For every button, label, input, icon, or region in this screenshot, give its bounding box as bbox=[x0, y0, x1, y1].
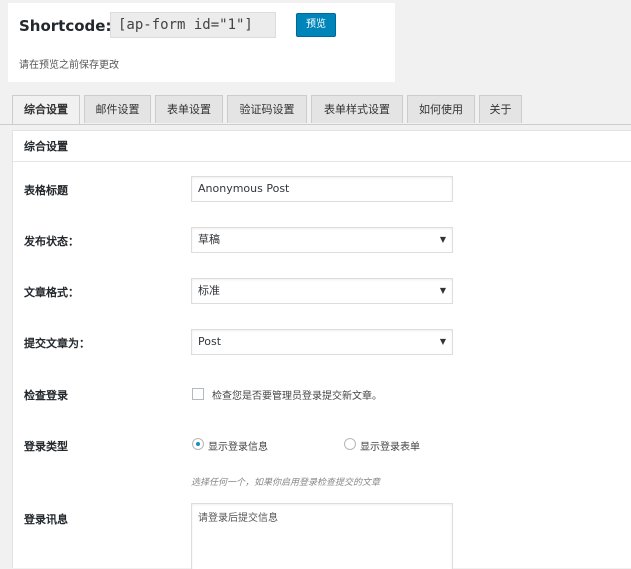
form-title-label: 表格标题 bbox=[24, 184, 68, 197]
tab-email[interactable]: 邮件设置 bbox=[84, 95, 151, 123]
radio-show-login-form-label: 显示登录表单 bbox=[360, 442, 420, 453]
panel-title: 综合设置 bbox=[13, 131, 631, 162]
tab-how-to-use[interactable]: 如何使用 bbox=[407, 95, 475, 123]
shortcode-box: Shortcode: [ap-form id="1"] 预览 请在预览之前保存更… bbox=[8, 3, 395, 82]
radio-show-login-form[interactable] bbox=[344, 438, 356, 450]
tabs-divider bbox=[0, 124, 631, 125]
tab-general[interactable]: 综合设置 bbox=[12, 95, 80, 124]
tab-about[interactable]: 关于 bbox=[479, 95, 522, 123]
login-check-label: 检查登录 bbox=[24, 389, 68, 402]
tab-form[interactable]: 表单设置 bbox=[155, 95, 223, 123]
shortcode-label: Shortcode: bbox=[19, 17, 112, 35]
login-type-label: 登录类型 bbox=[24, 440, 68, 453]
post-status-label: 发布状态： bbox=[24, 235, 79, 248]
post-format-label: 文章格式： bbox=[24, 286, 79, 299]
chevron-down-icon: ▼ bbox=[439, 337, 446, 346]
post-status-select[interactable]: 草稿 ▼ bbox=[191, 227, 453, 253]
general-settings-panel: 综合设置 表格标题 Anonymous Post 发布状态： 草稿 ▼ 文章格式… bbox=[12, 130, 631, 569]
login-type-hint: 选择任何一个，如果你启用登录检查提交的文章 bbox=[191, 478, 381, 488]
preview-button[interactable]: 预览 bbox=[296, 13, 336, 37]
submit-as-label: 提交文章为： bbox=[24, 337, 90, 350]
chevron-down-icon: ▼ bbox=[439, 286, 446, 295]
radio-show-login-info[interactable] bbox=[192, 438, 204, 450]
login-check-text: 检查您是否要管理员登录提交新文章。 bbox=[212, 391, 382, 402]
login-message-label: 登录讯息 bbox=[24, 513, 68, 526]
post-format-selected: 标准 bbox=[198, 284, 220, 297]
shortcode-input[interactable]: [ap-form id="1"] bbox=[110, 12, 276, 38]
login-check-checkbox[interactable] bbox=[192, 388, 204, 400]
login-message-textarea[interactable]: 请登录后提交信息 bbox=[191, 503, 453, 569]
form-title-input[interactable]: Anonymous Post bbox=[191, 176, 453, 202]
submit-as-select[interactable]: Post ▼ bbox=[191, 329, 453, 355]
post-format-select[interactable]: 标准 ▼ bbox=[191, 278, 453, 304]
post-status-selected: 草稿 bbox=[198, 233, 220, 246]
save-before-preview-note: 请在预览之前保存更改 bbox=[19, 60, 119, 71]
radio-show-login-info-label: 显示登录信息 bbox=[208, 442, 268, 453]
submit-as-selected: Post bbox=[198, 335, 222, 348]
tab-captcha[interactable]: 验证码设置 bbox=[227, 95, 307, 123]
tab-form-style[interactable]: 表单样式设置 bbox=[311, 95, 403, 123]
chevron-down-icon: ▼ bbox=[439, 235, 446, 244]
